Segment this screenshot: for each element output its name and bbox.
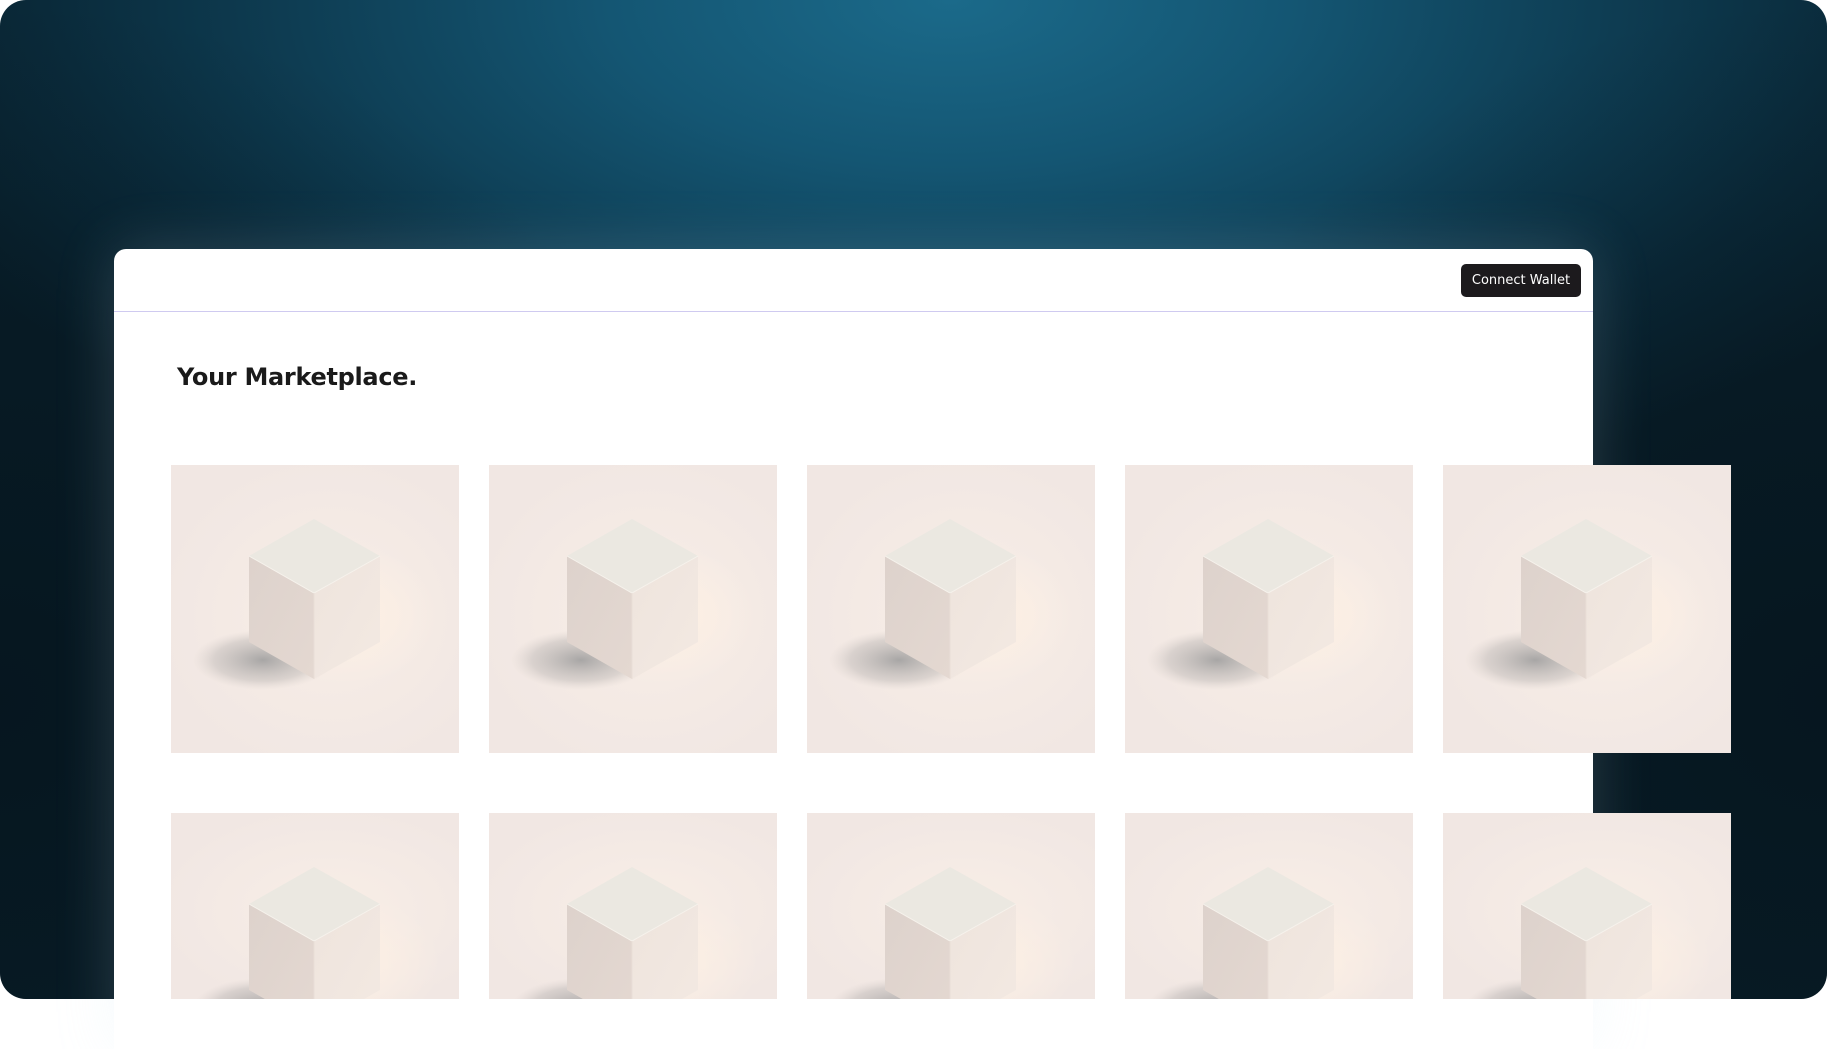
cube-image <box>807 813 1095 999</box>
nft-card[interactable] <box>807 813 1095 999</box>
connect-wallet-button[interactable]: Connect Wallet <box>1461 264 1581 297</box>
page-title: Your Marketplace. <box>177 363 418 391</box>
nft-card[interactable] <box>171 813 459 999</box>
nft-card[interactable] <box>489 813 777 999</box>
nft-card[interactable] <box>1125 813 1413 999</box>
cube-image <box>1443 813 1731 999</box>
cube-image <box>1125 813 1413 999</box>
cube-image <box>1443 465 1731 753</box>
nft-card[interactable] <box>1443 465 1731 753</box>
nft-card[interactable] <box>171 465 459 753</box>
nft-card[interactable] <box>807 465 1095 753</box>
nft-card[interactable] <box>1125 465 1413 753</box>
cube-image <box>1125 465 1413 753</box>
cube-image <box>489 465 777 753</box>
nft-card[interactable] <box>1443 813 1731 999</box>
top-bar: Connect Wallet <box>114 249 1593 312</box>
nft-card[interactable] <box>489 465 777 753</box>
cube-image <box>489 813 777 999</box>
cube-image <box>171 813 459 999</box>
cube-image <box>171 465 459 753</box>
cube-image <box>807 465 1095 753</box>
